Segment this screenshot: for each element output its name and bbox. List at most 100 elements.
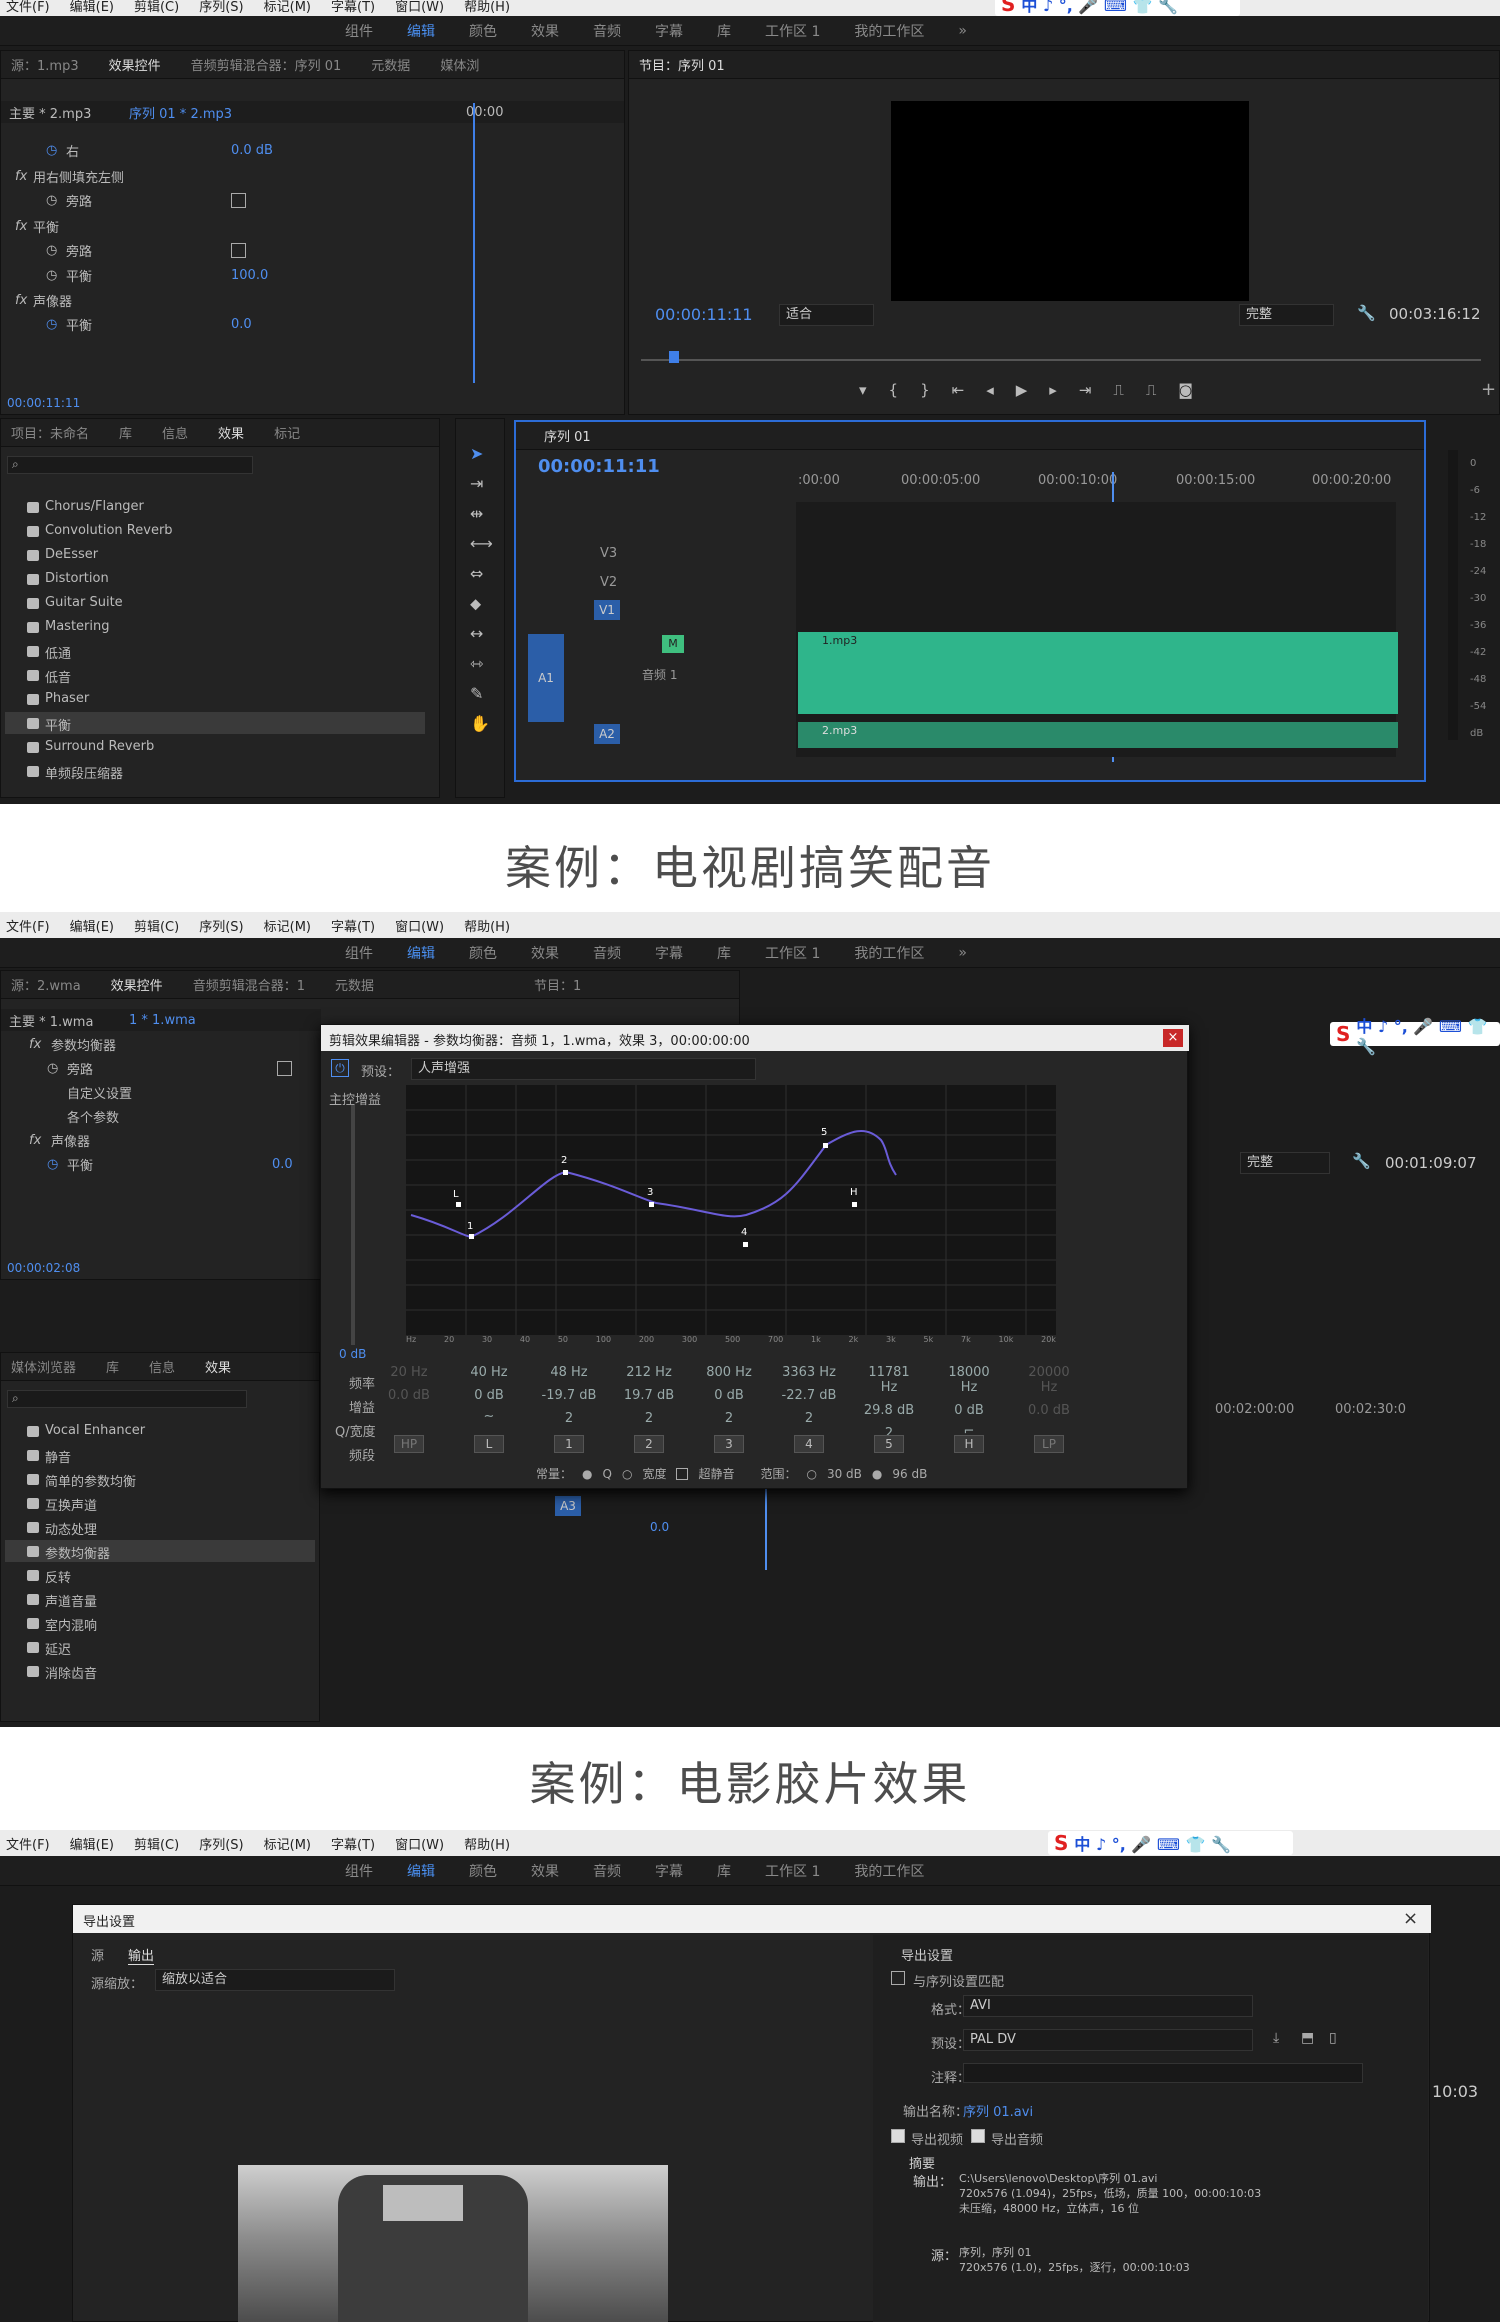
menu-window[interactable]: 窗口(W) bbox=[395, 916, 444, 935]
output-name-link[interactable]: 序列 01.avi bbox=[963, 2101, 1033, 2120]
fit-select[interactable]: 适合 bbox=[779, 304, 874, 326]
freq-value[interactable]: 48 Hz bbox=[539, 1365, 599, 1380]
band-button[interactable]: 4 bbox=[794, 1435, 824, 1453]
list-item[interactable]: 低音 bbox=[27, 667, 71, 686]
band-button[interactable]: 2 bbox=[634, 1435, 664, 1453]
ws-effects[interactable]: 效果 bbox=[531, 1861, 559, 1881]
ws-workspace1[interactable]: 工作区 1 bbox=[765, 21, 820, 41]
gain-value[interactable]: 0.0 dB bbox=[379, 1388, 439, 1403]
power-icon[interactable]: ⏻ bbox=[331, 1059, 349, 1077]
gain-value[interactable]: 0 dB bbox=[459, 1388, 519, 1403]
quality-select[interactable]: 完整 bbox=[1240, 1152, 1330, 1174]
ws-editing[interactable]: 编辑 bbox=[407, 943, 435, 963]
ripple-edit-icon[interactable]: ⇹ bbox=[470, 499, 493, 529]
track-v2[interactable]: V2 bbox=[600, 575, 617, 590]
delete-preset-icon[interactable]: ▯ bbox=[1329, 2030, 1337, 2046]
add-button[interactable]: + bbox=[1481, 379, 1496, 400]
ws-titles[interactable]: 字幕 bbox=[655, 21, 683, 41]
menu-title[interactable]: 字幕(T) bbox=[331, 1834, 375, 1853]
menu-file[interactable]: 文件(F) bbox=[6, 1834, 50, 1853]
menu-clip[interactable]: 剪辑(C) bbox=[134, 916, 179, 935]
tab-markers[interactable]: 标记 bbox=[274, 423, 300, 442]
menu-help[interactable]: 帮助(H) bbox=[464, 0, 510, 15]
tab-source[interactable]: 源：1.mp3 bbox=[11, 55, 79, 74]
radio-96db[interactable]: ● bbox=[872, 1467, 882, 1481]
list-item-selected[interactable]: 参数均衡器 bbox=[27, 1543, 110, 1562]
ws-workspace1[interactable]: 工作区 1 bbox=[765, 943, 820, 963]
selection-tool-icon[interactable]: ➤ bbox=[470, 439, 493, 469]
ws-library[interactable]: 库 bbox=[717, 1861, 731, 1881]
tab-source[interactable]: 源 bbox=[91, 1945, 104, 1965]
ws-more-icon[interactable]: » bbox=[958, 23, 967, 39]
ws-color[interactable]: 颜色 bbox=[469, 21, 497, 41]
list-item[interactable]: Convolution Reverb bbox=[27, 523, 173, 538]
list-item[interactable]: 反转 bbox=[27, 1567, 71, 1586]
bypass-checkbox[interactable] bbox=[277, 1060, 292, 1076]
freq-value[interactable]: 40 Hz bbox=[459, 1365, 519, 1380]
wrench-icon[interactable]: 🔧 bbox=[1357, 304, 1376, 322]
menu-window[interactable]: 窗口(W) bbox=[395, 0, 444, 15]
ime-toolbar[interactable]: S 中 ♪ °, 🎤 ⌨ 👕 🔧 bbox=[1330, 1017, 1500, 1056]
tab-audio-mixer[interactable]: 音频剪辑混合器：1 bbox=[193, 975, 305, 994]
stopwatch-icon[interactable]: ◷ bbox=[46, 317, 57, 332]
gain-value[interactable]: 0.0 dB bbox=[1019, 1403, 1079, 1418]
menu-clip[interactable]: 剪辑(C) bbox=[134, 1834, 179, 1853]
radio-width[interactable]: ○ bbox=[622, 1467, 632, 1481]
camera-icon[interactable]: ◙ bbox=[1178, 381, 1215, 399]
menu-sequence[interactable]: 序列(S) bbox=[199, 1834, 243, 1853]
freq-value[interactable]: 212 Hz bbox=[619, 1365, 679, 1380]
ws-color[interactable]: 颜色 bbox=[469, 1861, 497, 1881]
gain-value[interactable]: 19.7 dB bbox=[619, 1388, 679, 1403]
param-value[interactable]: 100.0 bbox=[231, 268, 268, 283]
menu-marker[interactable]: 标记(M) bbox=[264, 1834, 311, 1853]
freq-value[interactable]: 20 Hz bbox=[379, 1365, 439, 1380]
gain-value[interactable]: 0 dB bbox=[699, 1388, 759, 1403]
tab-effect-controls[interactable]: 效果控件 bbox=[109, 55, 161, 74]
menu-edit[interactable]: 编辑(E) bbox=[70, 1834, 114, 1853]
list-item[interactable]: Surround Reverb bbox=[27, 739, 154, 754]
menu-clip[interactable]: 剪辑(C) bbox=[134, 0, 179, 15]
tab-metadata[interactable]: 元数据 bbox=[371, 55, 410, 74]
tab-program[interactable]: 节目：序列 01 bbox=[639, 55, 725, 74]
bypass-checkbox[interactable] bbox=[231, 192, 246, 208]
tab-media-browser[interactable]: 媒体浏 bbox=[440, 55, 479, 74]
gain-value[interactable]: -22.7 dB bbox=[779, 1388, 839, 1403]
freq-value[interactable]: 20000 Hz bbox=[1019, 1365, 1079, 1395]
list-item[interactable]: 室内混响 bbox=[27, 1615, 97, 1634]
menu-edit[interactable]: 编辑(E) bbox=[70, 0, 114, 15]
pan-value[interactable]: 0.0 bbox=[272, 1157, 293, 1172]
pen-icon[interactable]: ✎ bbox=[470, 679, 493, 709]
q-value[interactable]: 2 bbox=[539, 1411, 599, 1426]
menu-sequence[interactable]: 序列(S) bbox=[199, 916, 243, 935]
sequence-clip[interactable]: 1 * 1.wma bbox=[129, 1013, 196, 1028]
in-point-icon[interactable]: { bbox=[889, 381, 921, 399]
list-item[interactable]: 单频段压缩器 bbox=[27, 763, 123, 782]
q-value[interactable]: 2 bbox=[699, 1411, 759, 1426]
ws-more-icon[interactable]: » bbox=[958, 945, 967, 961]
ws-assembly[interactable]: 组件 bbox=[345, 1861, 373, 1881]
extract-icon[interactable]: ⎍ bbox=[1146, 381, 1179, 399]
ws-library[interactable]: 库 bbox=[717, 943, 731, 963]
close-icon[interactable]: × bbox=[1163, 1029, 1183, 1047]
ws-my-workspace[interactable]: 我的工作区 bbox=[854, 943, 924, 963]
list-item[interactable]: Vocal Enhancer bbox=[27, 1423, 145, 1438]
tab-effects[interactable]: 效果 bbox=[205, 1357, 231, 1376]
band-button[interactable]: L bbox=[474, 1435, 504, 1453]
marker-icon[interactable]: ▾ bbox=[859, 381, 889, 399]
wrench-icon[interactable]: 🔧 bbox=[1352, 1152, 1371, 1170]
freq-value[interactable]: 11781 Hz bbox=[859, 1365, 919, 1395]
gain-value[interactable]: 0 dB bbox=[939, 1403, 999, 1418]
tab-program[interactable]: 节目：1 bbox=[534, 975, 581, 994]
preset-select[interactable]: 人声增强 bbox=[411, 1058, 756, 1080]
band-button[interactable]: HP bbox=[394, 1435, 424, 1453]
tab-library[interactable]: 库 bbox=[106, 1357, 119, 1376]
audio-clip-a2[interactable] bbox=[798, 722, 1398, 748]
freq-value[interactable]: 18000 Hz bbox=[939, 1365, 999, 1395]
ultra-quiet-checkbox[interactable] bbox=[676, 1467, 689, 1480]
menu-edit[interactable]: 编辑(E) bbox=[70, 916, 114, 935]
stopwatch-icon[interactable]: ◷ bbox=[47, 1157, 58, 1172]
list-item[interactable]: DeEsser bbox=[27, 547, 98, 562]
band-button[interactable]: LP bbox=[1034, 1435, 1064, 1453]
sequence-clip[interactable]: 序列 01 * 2.mp3 bbox=[129, 103, 459, 122]
track-v1[interactable]: V1 bbox=[594, 600, 620, 620]
